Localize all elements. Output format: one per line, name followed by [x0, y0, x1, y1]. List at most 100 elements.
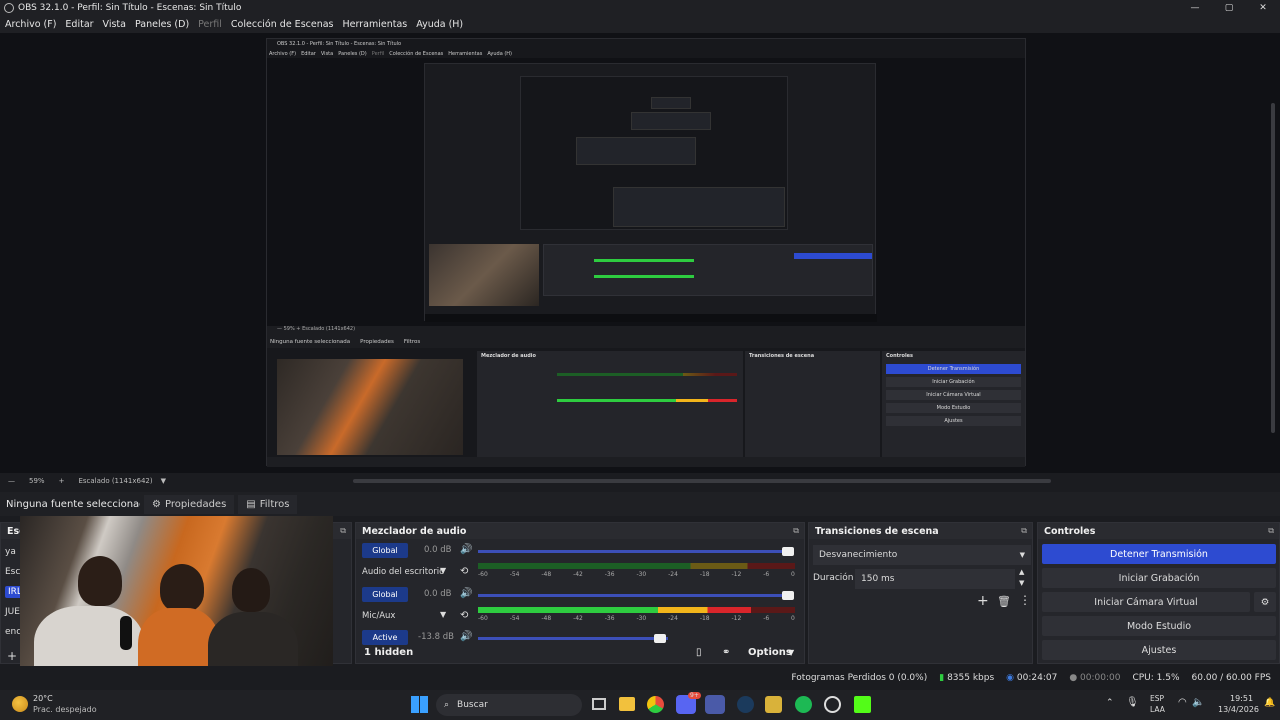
properties-label: Propiedades	[164, 498, 227, 510]
weather-desc[interactable]: Prac. despejado	[33, 705, 97, 714]
stop-streaming-button[interactable]: Detener Transmisión	[1042, 544, 1276, 564]
chevron-down-icon[interactable]: ▼	[161, 477, 166, 485]
obs-logo-icon	[4, 2, 14, 13]
app-icon[interactable]	[705, 695, 725, 714]
minimize-button[interactable]: —	[1178, 0, 1212, 15]
preview-canvas[interactable]: OBS 32.1.0 - Perfil: Sin Título - Escena…	[0, 33, 1280, 473]
chevron-down-icon[interactable]: ▼	[440, 610, 446, 619]
weather-icon[interactable]	[12, 696, 28, 712]
fps: 60.00 / 60.00 FPS	[1191, 673, 1271, 683]
dock-float-icon[interactable]: ⧉	[1268, 526, 1274, 536]
preview-horizontal-scrollbar[interactable]	[353, 479, 1051, 483]
filters-button[interactable]: ▤ Filtros	[238, 494, 298, 514]
zoom-in-button[interactable]: +	[59, 477, 65, 485]
transition-select[interactable]: Desvanecimiento ▼	[813, 545, 1031, 565]
more-options-icon[interactable]: ⋮	[1019, 593, 1031, 607]
preview-vertical-scrollbar[interactable]	[1271, 103, 1275, 433]
nested-menu-item: Editar	[301, 50, 316, 57]
scene-item[interactable]: ya	[5, 547, 16, 557]
task-view-icon[interactable]	[592, 698, 606, 710]
menu-vista[interactable]: Vista	[103, 19, 126, 30]
layout-icon[interactable]: ▯	[696, 647, 702, 658]
menu-editar[interactable]: Editar	[65, 19, 93, 30]
properties-button[interactable]: ⚙ Propiedades	[144, 494, 235, 514]
settings-button[interactable]: Ajustes	[1042, 640, 1276, 660]
add-scene-button[interactable]: +	[7, 649, 17, 663]
monitor-icon[interactable]: ⟲	[460, 566, 468, 577]
hidden-count[interactable]: 1 hidden	[364, 647, 413, 658]
slider-knob[interactable]	[782, 591, 794, 600]
tick-label: -60	[478, 571, 488, 578]
add-transition-button[interactable]: +	[977, 593, 989, 609]
chevron-up-icon[interactable]: ⌃	[1106, 698, 1114, 708]
slider-knob[interactable]	[782, 547, 794, 556]
trash-icon[interactable]: 🗑	[997, 595, 1011, 608]
link-icon[interactable]: ⚭	[722, 647, 730, 658]
nested-controls: Controles Detener Transmisión Iniciar Gr…	[882, 351, 1025, 457]
studio-mode-button[interactable]: Modo Estudio	[1042, 616, 1276, 636]
language-bottom[interactable]: LAA	[1150, 705, 1165, 714]
menu-archivo[interactable]: Archivo (F)	[5, 19, 56, 30]
tick-label: -18	[699, 615, 710, 622]
stream-time: ◉ 00:24:07	[1006, 673, 1057, 683]
menu-coleccion[interactable]: Colección de Escenas	[231, 19, 334, 30]
scene-item[interactable]: enc	[5, 627, 21, 637]
scale-mode-select[interactable]: Escalado (1141x642)	[78, 477, 152, 485]
bell-icon[interactable]: 🔔	[1264, 698, 1275, 708]
nested-meter	[594, 259, 694, 262]
volume-slider[interactable]	[478, 547, 794, 556]
chevron-down-icon[interactable]: ▼	[788, 648, 794, 657]
zoom-out-button[interactable]: —	[8, 477, 15, 485]
mic-icon[interactable]: 🎙	[1126, 697, 1139, 708]
chrome-icon[interactable]	[647, 696, 664, 713]
tick-label: -30	[636, 571, 647, 578]
spin-up-icon[interactable]: ▲	[1019, 568, 1024, 576]
menu-paneles[interactable]: Paneles (D)	[135, 19, 189, 30]
spotify-icon[interactable]	[795, 696, 812, 713]
duration-input[interactable]: 150 ms	[855, 569, 1015, 589]
track-badge[interactable]: Global	[362, 587, 408, 602]
monitor-icon[interactable]: ⟲	[460, 610, 468, 621]
dock-float-icon[interactable]: ⧉	[793, 526, 799, 536]
volume-icon[interactable]: 🔈	[1192, 697, 1204, 708]
game-icon[interactable]	[765, 696, 782, 713]
menu-herramientas[interactable]: Herramientas	[343, 19, 408, 30]
wifi-icon[interactable]: ◠	[1178, 697, 1187, 708]
speaker-icon[interactable]: 🔊	[460, 544, 472, 555]
kick-icon[interactable]	[854, 696, 871, 713]
webcam-overlay	[20, 516, 333, 691]
menu-ayuda[interactable]: Ayuda (H)	[416, 19, 463, 30]
taskbar-search[interactable]: ⌕ Buscar	[436, 694, 582, 716]
dock-float-icon[interactable]: ⧉	[1021, 526, 1027, 536]
maximize-button[interactable]: ▢	[1212, 0, 1246, 15]
nested-taskbar	[425, 314, 877, 322]
options-button[interactable]: Options	[748, 647, 792, 658]
spin-down-icon[interactable]: ▼	[1019, 579, 1024, 587]
obs-taskbar-icon[interactable]	[824, 696, 841, 713]
clock-time[interactable]: 19:51	[1230, 694, 1253, 703]
steam-icon[interactable]	[737, 696, 754, 713]
scene-item[interactable]: Esc	[5, 567, 20, 577]
windows-start-icon[interactable]	[411, 696, 428, 713]
volume-slider[interactable]	[478, 634, 668, 643]
nested-ctrl-button: Detener Transmisión	[886, 364, 1021, 374]
volume-slider[interactable]	[478, 591, 794, 600]
menu-bar: Archivo (F) Editar Vista Paneles (D) Per…	[0, 15, 1280, 33]
clock-date[interactable]: 13/4/2026	[1218, 705, 1259, 714]
chevron-down-icon[interactable]: ▼	[440, 566, 446, 575]
duration-value: 150 ms	[861, 574, 895, 584]
scene-item[interactable]: JUE	[5, 607, 20, 617]
menu-perfil[interactable]: Perfil	[198, 19, 222, 30]
nested-obs-window: OBS 32.1.0 - Perfil: Sin Título - Escena…	[266, 38, 1026, 467]
start-recording-button[interactable]: Iniciar Grabación	[1042, 568, 1276, 588]
track-badge[interactable]: Global	[362, 543, 408, 558]
mixer-title: Mezclador de audio	[362, 525, 467, 537]
speaker-icon[interactable]: 🔊	[460, 588, 472, 599]
virtual-camera-settings-button[interactable]: ⚙	[1254, 592, 1276, 612]
dock-float-icon[interactable]: ⧉	[340, 526, 346, 536]
start-virtual-camera-button[interactable]: Iniciar Cámara Virtual	[1042, 592, 1250, 612]
weather-temp[interactable]: 20°C	[33, 694, 53, 703]
close-button[interactable]: ✕	[1246, 0, 1280, 15]
file-explorer-icon[interactable]	[619, 697, 635, 711]
language-top[interactable]: ESP	[1150, 694, 1164, 703]
